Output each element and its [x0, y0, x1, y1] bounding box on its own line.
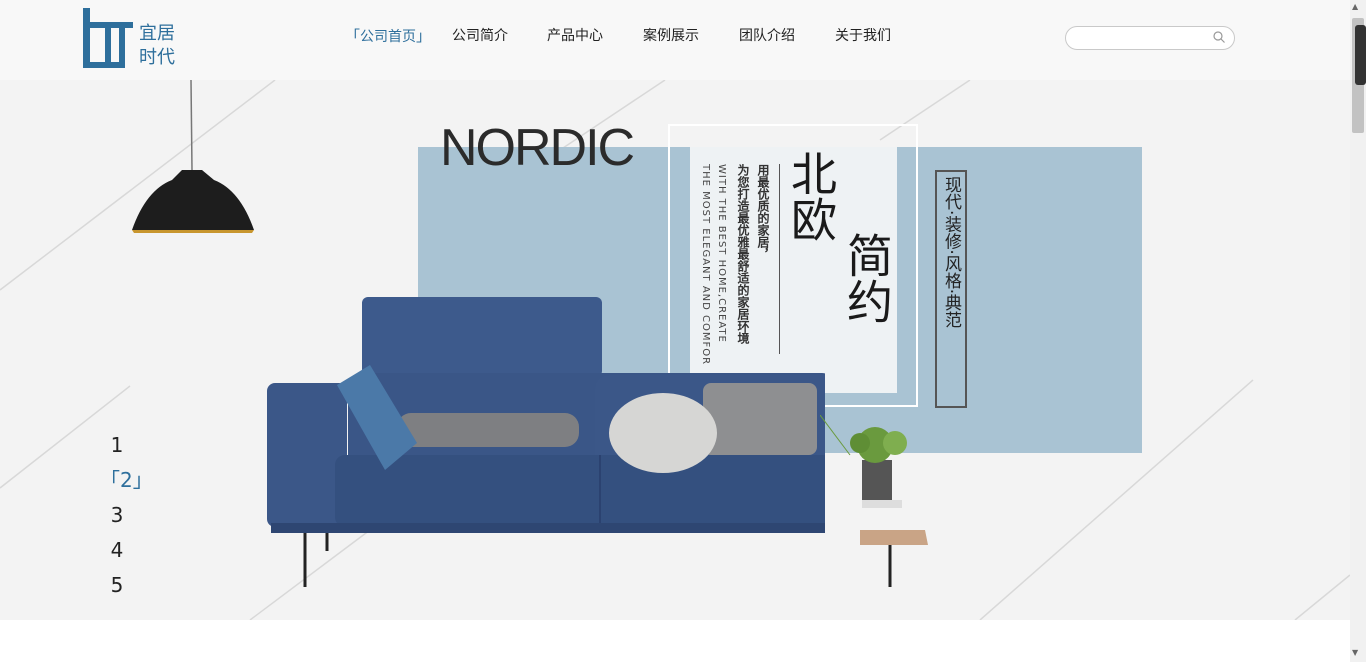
- active-bracket-right: 」: [416, 27, 432, 45]
- side-widget-icon[interactable]: [1355, 25, 1366, 85]
- scroll-down-icon[interactable]: ▼: [1352, 648, 1358, 657]
- hero-banner[interactable]: NORDIC WITH THE BEST HOME,CREATE THE MOS…: [0, 80, 1350, 620]
- big-word-nordic: 北欧: [784, 150, 838, 242]
- nav-item-products[interactable]: 产品中心: [547, 26, 603, 46]
- pager-item-1[interactable]: 1: [100, 428, 134, 463]
- nav-item-about-company[interactable]: 公司简介: [452, 26, 508, 46]
- nav-item-label: 公司首页: [360, 29, 417, 45]
- plant-table-image: [820, 415, 928, 587]
- search-box: [1065, 26, 1235, 50]
- active-bracket-left: 「: [345, 27, 361, 45]
- scroll-up-icon[interactable]: ▲: [1352, 2, 1358, 11]
- active-bracket-left: 「: [100, 468, 120, 492]
- logo-line-1: 宜居: [139, 23, 175, 44]
- big-word-simple: 简约: [840, 232, 894, 324]
- pendant-lamp-image: [132, 80, 254, 233]
- nav-item-cases[interactable]: 案例展示: [643, 26, 699, 46]
- pager-item-label: 2: [120, 468, 133, 492]
- logo-line-2: 时代: [139, 47, 175, 68]
- nav-item-team[interactable]: 团队介绍: [739, 26, 795, 46]
- pager-item-3[interactable]: 3: [100, 498, 134, 533]
- header: 宜居 时代 「公司首页」 公司简介 产品中心 案例展示 团队介绍 关于我们: [0, 0, 1350, 80]
- logo-icon[interactable]: [83, 8, 193, 72]
- nav-item-home[interactable]: 「公司首页」: [345, 26, 431, 47]
- pager-item-2[interactable]: 「2」: [100, 463, 153, 498]
- active-bracket-right: 」: [132, 468, 153, 492]
- logo-text[interactable]: 宜居 时代: [139, 22, 175, 70]
- search-icon[interactable]: [1212, 30, 1226, 44]
- banner-title: NORDIC: [440, 119, 635, 177]
- style-caption: 现代·装修·风格·典范: [941, 176, 961, 329]
- slide-pager: 1 「2」 3 4 5: [100, 428, 153, 603]
- sofa-image: [267, 297, 825, 587]
- pager-item-5[interactable]: 5: [100, 568, 134, 603]
- pager-item-4[interactable]: 4: [100, 533, 134, 568]
- search-input[interactable]: [1076, 30, 1211, 46]
- page: 宜居 时代 「公司首页」 公司简介 产品中心 案例展示 团队介绍 关于我们 NO…: [0, 0, 1366, 662]
- nav-item-contact[interactable]: 关于我们: [835, 26, 891, 46]
